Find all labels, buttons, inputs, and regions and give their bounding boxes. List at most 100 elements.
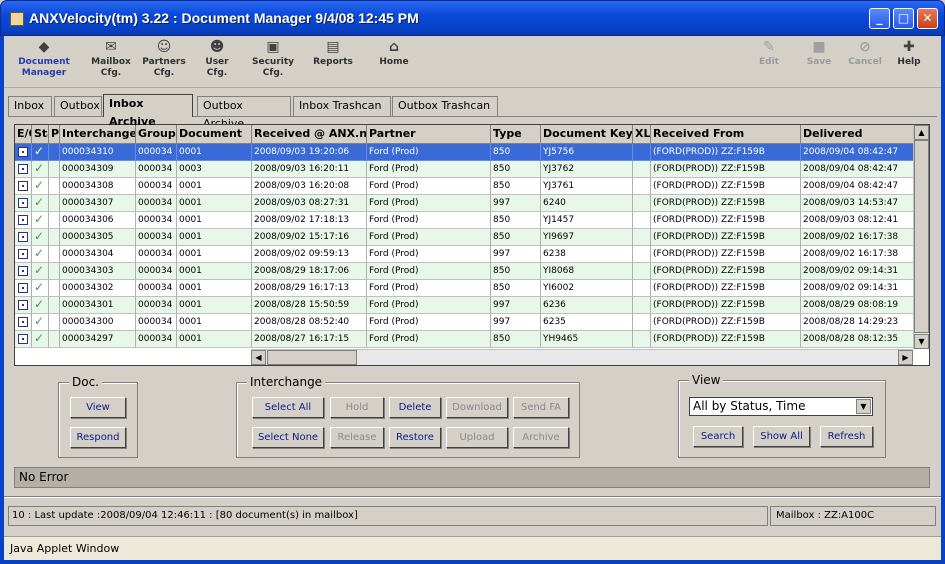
- column-header[interactable]: XLate: [633, 125, 651, 144]
- toolbar-document-manager-button[interactable]: ◆ Document Manager: [14, 39, 74, 79]
- scroll-down-icon[interactable]: ▼: [914, 334, 929, 349]
- status-cell: ✓: [32, 246, 49, 263]
- dropdown-arrow-icon[interactable]: ▼: [856, 399, 871, 414]
- row-checkbox[interactable]: [18, 215, 28, 225]
- upload-button[interactable]: Upload: [446, 427, 508, 448]
- row-checkbox[interactable]: [18, 181, 28, 191]
- select-all-button[interactable]: Select All: [252, 397, 324, 418]
- table-row[interactable]: ✓ 000034301 000034 0001 2008/08/28 15:50:59 F…: [15, 297, 915, 314]
- table-row[interactable]: ✓ 000034303 000034 0001 2008/08/29 18:17:06 F…: [15, 263, 915, 280]
- table-row[interactable]: ✓ 000034309 000034 0003 2008/09/03 16:20:11 F…: [15, 161, 915, 178]
- row-checkbox[interactable]: [18, 147, 28, 157]
- table-row[interactable]: ✓ 000034310 000034 0001 2008/09/03 19:20:06 F…: [15, 144, 915, 161]
- column-header[interactable]: Partner: [367, 125, 491, 144]
- status-cell: ✓: [32, 297, 49, 314]
- column-header[interactable]: Received From: [651, 125, 801, 144]
- cell-from: (FORD(PROD)) ZZ:F159B: [651, 195, 801, 212]
- release-button[interactable]: Release: [330, 427, 384, 448]
- table-row[interactable]: ✓ 000034308 000034 0001 2008/09/03 16:20:08 F…: [15, 178, 915, 195]
- column-header[interactable]: Document Key: [541, 125, 633, 144]
- table-row[interactable]: ✓ 000034297 000034 0001 2008/08/27 16:17:15 F…: [15, 331, 915, 348]
- cell-document: 0003: [177, 161, 252, 178]
- toolbar-security-cfg-button[interactable]: ▣ Security Cfg.: [248, 39, 298, 79]
- toolbar: ◆ Document Manager ✉ Mailbox Cfg. ☺ Part…: [4, 36, 941, 88]
- delete-button[interactable]: Delete: [389, 397, 441, 418]
- tab-outbox-archive[interactable]: Outbox Archive: [197, 96, 291, 130]
- toolbar-user-cfg-button[interactable]: ☻ User Cfg.: [198, 39, 236, 79]
- row-checkbox[interactable]: [18, 317, 28, 327]
- scroll-thumb[interactable]: [914, 140, 929, 333]
- refresh-button[interactable]: Refresh: [820, 426, 873, 447]
- view-group-label: View: [689, 373, 724, 387]
- table-row[interactable]: ✓ 000034304 000034 0001 2008/09/02 09:59:13 F…: [15, 246, 915, 263]
- toolbar-save-button[interactable]: ■ Save: [804, 39, 834, 68]
- cell-partner: Ford (Prod): [367, 246, 491, 263]
- empty-cell: [633, 331, 651, 348]
- row-checkbox[interactable]: [18, 334, 28, 344]
- scroll-up-icon[interactable]: ▲: [914, 125, 929, 140]
- archive-button[interactable]: Archive: [513, 427, 569, 448]
- checkmark-icon: ✓: [34, 297, 45, 311]
- search-button[interactable]: Search: [693, 426, 743, 447]
- show-all-button[interactable]: Show All: [753, 426, 810, 447]
- toolbar-edit-button[interactable]: ✎ Edit: [754, 39, 784, 68]
- table-row[interactable]: ✓ 000034306 000034 0001 2008/09/02 17:18:13 F…: [15, 212, 915, 229]
- tab-inbox-trashcan[interactable]: Inbox Trashcan: [293, 96, 391, 116]
- row-checkbox[interactable]: [18, 300, 28, 310]
- view-button[interactable]: View: [70, 397, 126, 418]
- row-checkbox[interactable]: [18, 283, 28, 293]
- row-checkbox[interactable]: [18, 266, 28, 276]
- toolbar-mailbox-cfg-button[interactable]: ✉ Mailbox Cfg.: [88, 39, 134, 79]
- tool-label: Save: [806, 57, 832, 67]
- cell-type: 850: [491, 263, 541, 280]
- column-header[interactable]: Type: [491, 125, 541, 144]
- row-checkbox[interactable]: [18, 249, 28, 259]
- scroll-right-icon[interactable]: ▶: [898, 350, 913, 365]
- partners-icon: ☺: [156, 39, 172, 55]
- tab-inbox-archive[interactable]: Inbox Archive: [103, 94, 193, 128]
- cell-key: YJ1457: [541, 212, 633, 229]
- toolbar-home-button[interactable]: ⌂ Home: [374, 39, 414, 68]
- toolbar-help-button[interactable]: ✚ Help: [894, 39, 924, 68]
- cell-type: 850: [491, 229, 541, 246]
- cell-interchange: 000034303: [60, 263, 136, 280]
- scroll-thumb-horizontal[interactable]: [267, 350, 357, 365]
- maximize-button[interactable]: □: [893, 8, 914, 29]
- minimize-button[interactable]: _: [869, 8, 890, 29]
- column-header[interactable]: E/O: [15, 125, 32, 144]
- table-row[interactable]: ✓ 000034302 000034 0001 2008/08/29 16:17:13 F…: [15, 280, 915, 297]
- cell-group: 000034: [136, 161, 177, 178]
- column-header[interactable]: Delivered: [801, 125, 915, 144]
- download-button[interactable]: Download: [446, 397, 508, 418]
- hold-button[interactable]: Hold: [330, 397, 384, 418]
- table-row[interactable]: ✓ 000034305 000034 0001 2008/09/02 15:17:16 F…: [15, 229, 915, 246]
- send-fa-button[interactable]: Send FA: [513, 397, 569, 418]
- table-row[interactable]: ✓ 000034300 000034 0001 2008/08/28 08:52:40 F…: [15, 314, 915, 331]
- table-row[interactable]: ✓ 000034307 000034 0001 2008/09/03 08:27:31 F…: [15, 195, 915, 212]
- select-checkbox-cell: [15, 144, 32, 161]
- toolbar-cancel-button[interactable]: ⊘ Cancel: [846, 39, 884, 68]
- toolbar-partners-cfg-button[interactable]: ☺ Partners Cfg.: [140, 39, 188, 79]
- column-header[interactable]: Sta: [32, 125, 49, 144]
- column-header[interactable]: P: [49, 125, 60, 144]
- row-checkbox[interactable]: [18, 198, 28, 208]
- tab-outbox[interactable]: Outbox: [54, 96, 102, 116]
- cell-received: 2008/08/29 18:17:06: [252, 263, 367, 280]
- view-filter-select[interactable]: All by Status, Time ▼: [689, 397, 873, 416]
- row-checkbox[interactable]: [18, 232, 28, 242]
- column-header[interactable]: Received @ ANX.net: [252, 125, 367, 144]
- row-checkbox[interactable]: [18, 164, 28, 174]
- tab-inbox[interactable]: Inbox: [8, 96, 52, 116]
- checkmark-icon: ✓: [34, 195, 45, 209]
- close-button[interactable]: ✕: [917, 8, 938, 29]
- toolbar-reports-button[interactable]: ▤ Reports: [310, 39, 356, 68]
- vertical-scrollbar[interactable]: ▲ ▼: [913, 125, 929, 349]
- scroll-left-icon[interactable]: ◀: [251, 350, 266, 365]
- tab-outbox-trashcan[interactable]: Outbox Trashcan: [392, 96, 498, 116]
- horizontal-scrollbar[interactable]: ◀ ▶: [251, 349, 913, 365]
- restore-button[interactable]: Restore: [389, 427, 441, 448]
- column-header[interactable]: Document: [177, 125, 252, 144]
- tool-label: Help: [897, 57, 921, 67]
- select-none-button[interactable]: Select None: [252, 427, 324, 448]
- respond-button[interactable]: Respond: [70, 427, 126, 448]
